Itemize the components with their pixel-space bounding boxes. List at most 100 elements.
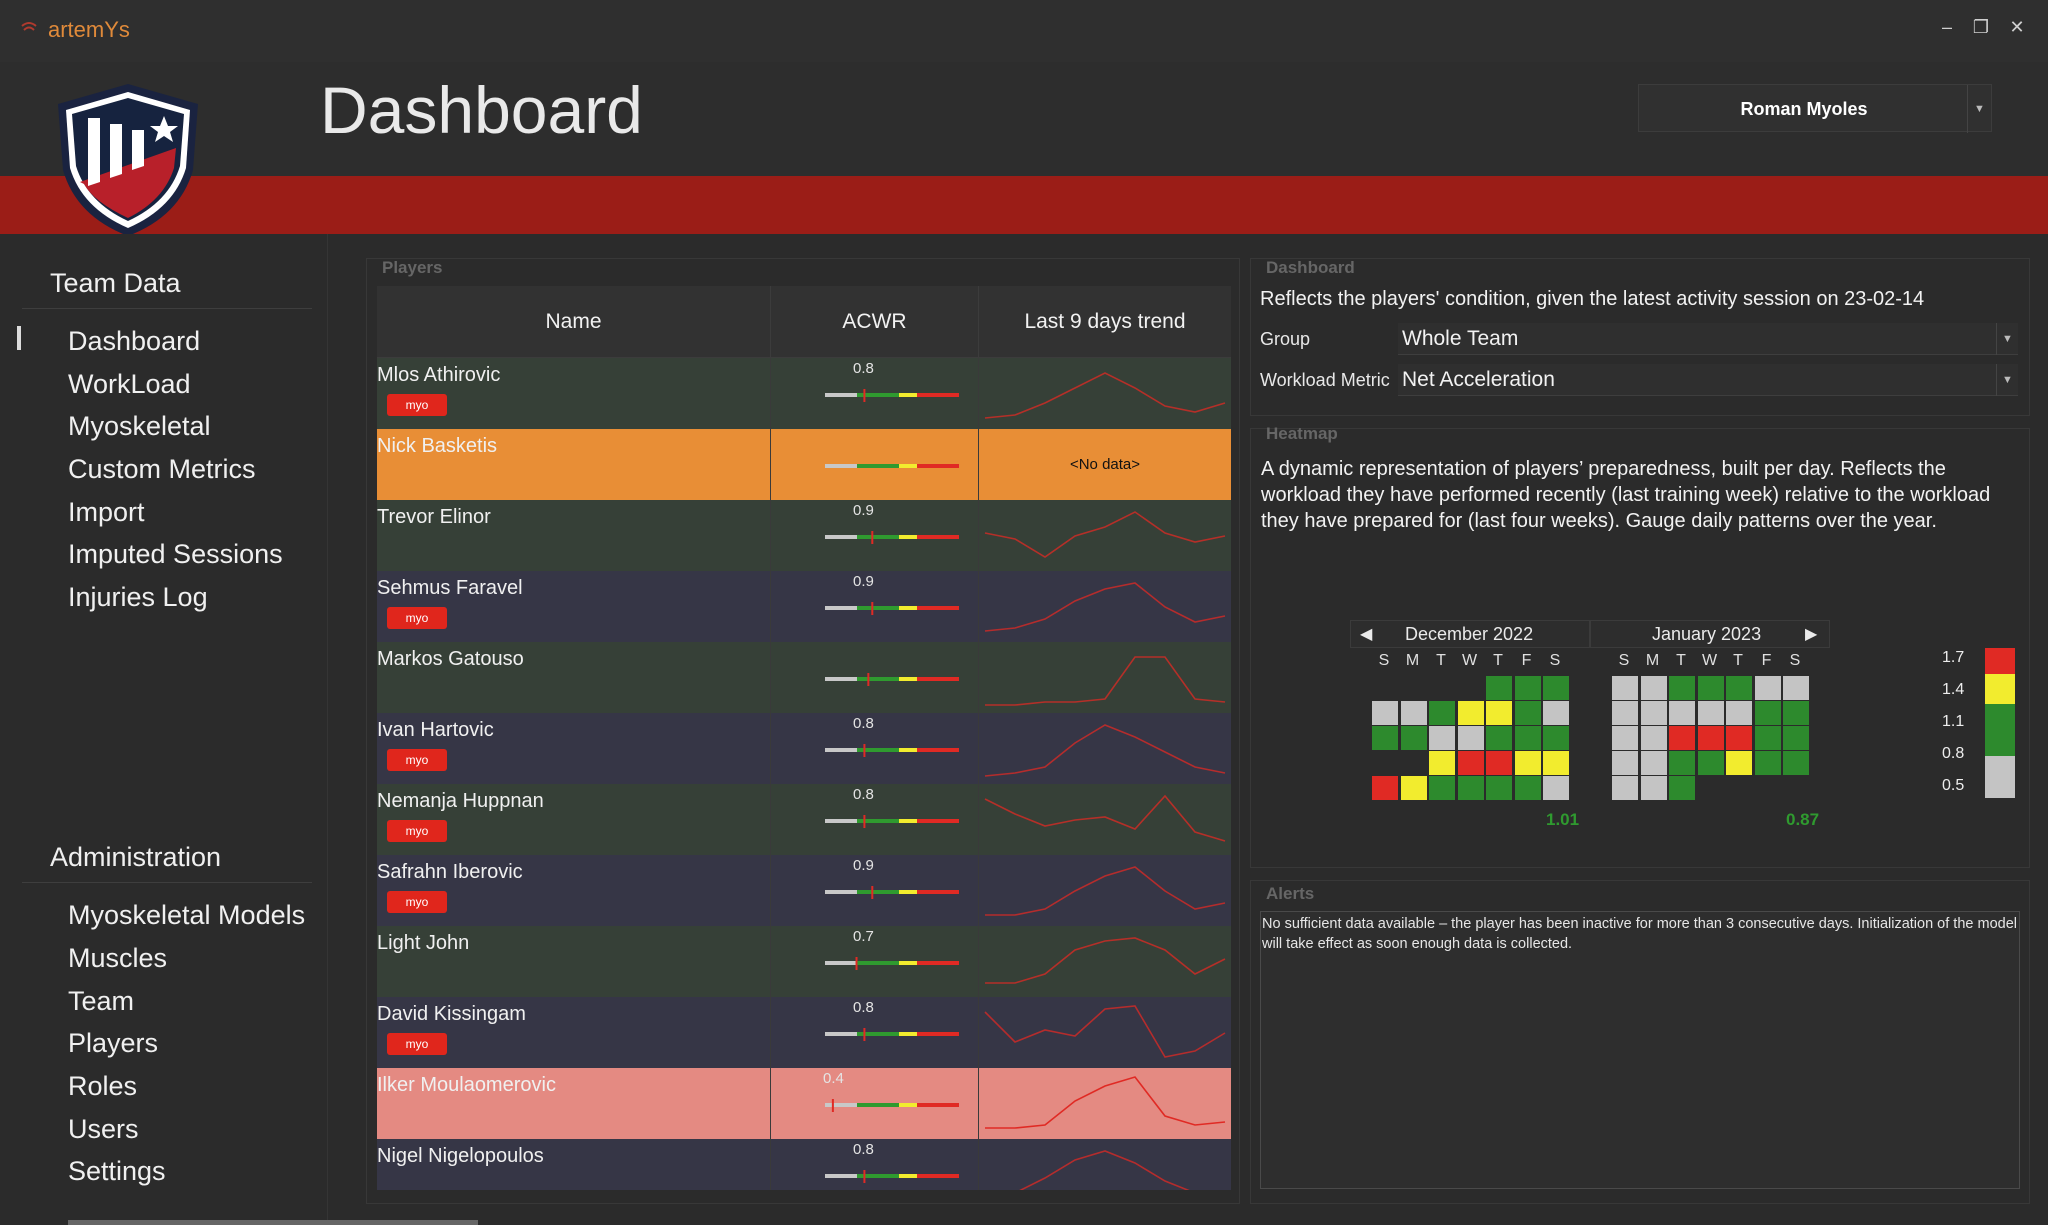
calendar-day-cell[interactable] xyxy=(1486,726,1512,750)
table-row[interactable]: Light John 0.7 xyxy=(377,926,1231,997)
calendar-day-cell[interactable] xyxy=(1697,751,1724,775)
calendar-day-cell[interactable] xyxy=(1372,701,1398,725)
calendar-day-cell[interactable] xyxy=(1429,751,1455,775)
calendar-day-cell[interactable] xyxy=(1754,701,1781,725)
calendar-day-cell[interactable] xyxy=(1514,701,1541,725)
calendar-day-cell[interactable] xyxy=(1543,676,1569,700)
column-header-trend[interactable]: Last 9 days trend xyxy=(979,286,1231,358)
calendar-day-cell[interactable] xyxy=(1400,776,1427,800)
sidebar-item-team[interactable]: Team xyxy=(68,986,134,1017)
calendar-day-cell[interactable] xyxy=(1514,776,1541,800)
table-row[interactable]: Trevor Elinor 0.9 xyxy=(377,500,1231,571)
table-row[interactable]: Nemanja Huppnan myo 0.8 xyxy=(377,784,1231,855)
calendar-day-cell[interactable] xyxy=(1486,776,1512,800)
calendar-day-cell[interactable] xyxy=(1754,751,1781,775)
calendar-day-cell[interactable] xyxy=(1543,726,1569,750)
calendar-day-cell[interactable] xyxy=(1697,676,1724,700)
calendar-day-cell[interactable] xyxy=(1612,776,1638,800)
minimize-icon[interactable]: – xyxy=(1934,14,1960,40)
sidebar-item-players[interactable]: Players xyxy=(68,1028,158,1059)
myo-badge[interactable]: myo xyxy=(387,394,447,416)
sidebar-item-roles[interactable]: Roles xyxy=(68,1071,137,1102)
calendar-day-cell[interactable] xyxy=(1669,701,1695,725)
calendar-day-cell[interactable] xyxy=(1726,726,1752,750)
calendar-day-cell[interactable] xyxy=(1514,676,1541,700)
calendar-day-cell[interactable] xyxy=(1543,751,1569,775)
sidebar-item-import[interactable]: Import xyxy=(68,497,145,528)
myo-badge[interactable]: myo xyxy=(387,820,447,842)
calendar-day-cell[interactable] xyxy=(1754,676,1781,700)
table-row[interactable]: Markos Gatouso xyxy=(377,642,1231,713)
table-row[interactable]: Nigel Nigelopoulos 0.8 xyxy=(377,1139,1231,1190)
calendar-day-cell[interactable] xyxy=(1612,751,1638,775)
calendar-day-cell[interactable] xyxy=(1754,726,1781,750)
calendar-day-cell[interactable] xyxy=(1429,701,1455,725)
restore-icon[interactable]: ❐ xyxy=(1968,14,1994,40)
column-header-acwr[interactable]: ACWR xyxy=(771,286,979,358)
calendar-day-cell[interactable] xyxy=(1640,751,1667,775)
table-row[interactable]: Sehmus Faravel myo 0.9 xyxy=(377,571,1231,642)
table-row[interactable]: Safrahn Iberovic myo 0.9 xyxy=(377,855,1231,926)
calendar-day-cell[interactable] xyxy=(1640,701,1667,725)
calendar-day-cell[interactable] xyxy=(1457,776,1484,800)
calendar-day-cell[interactable] xyxy=(1514,726,1541,750)
calendar-day-cell[interactable] xyxy=(1612,676,1638,700)
calendar-day-cell[interactable] xyxy=(1457,726,1484,750)
calendar-day-cell[interactable] xyxy=(1486,676,1512,700)
close-icon[interactable]: ✕ xyxy=(2004,14,2030,40)
user-dropdown[interactable]: Roman Myoles ▼ xyxy=(1638,84,1992,133)
calendar-day-cell[interactable] xyxy=(1429,726,1455,750)
sidebar-item-injuries-log[interactable]: Injuries Log xyxy=(68,582,208,613)
chevron-down-icon[interactable]: ▼ xyxy=(1967,85,1991,133)
calendar-day-cell[interactable] xyxy=(1543,701,1569,725)
calendar-day-cell[interactable] xyxy=(1486,751,1512,775)
sidebar-item-imputed-sessions[interactable]: Imputed Sessions xyxy=(68,539,283,570)
calendar-day-cell[interactable] xyxy=(1783,726,1809,750)
calendar-day-cell[interactable] xyxy=(1783,676,1809,700)
calendar-day-cell[interactable] xyxy=(1612,726,1638,750)
calendar-day-cell[interactable] xyxy=(1612,701,1638,725)
calendar-day-cell[interactable] xyxy=(1457,701,1484,725)
calendar-day-cell[interactable] xyxy=(1669,751,1695,775)
calendar-day-cell[interactable] xyxy=(1372,726,1398,750)
chevron-down-icon[interactable]: ▼ xyxy=(1996,364,2018,396)
calendar-day-cell[interactable] xyxy=(1640,676,1667,700)
horizontal-scrollbar[interactable] xyxy=(68,1220,478,1225)
group-select[interactable]: Whole Team ▼ xyxy=(1398,323,2018,355)
calendar-day-cell[interactable] xyxy=(1486,701,1512,725)
calendar-day-cell[interactable] xyxy=(1640,726,1667,750)
table-row[interactable]: David Kissingam myo 0.8 xyxy=(377,997,1231,1068)
calendar-day-cell[interactable] xyxy=(1543,776,1569,800)
sidebar-item-users[interactable]: Users xyxy=(68,1114,139,1145)
calendar-day-cell[interactable] xyxy=(1457,751,1484,775)
sidebar-item-myoskeletal[interactable]: Myoskeletal xyxy=(68,411,211,442)
calendar-day-cell[interactable] xyxy=(1783,751,1809,775)
calendar-day-cell[interactable] xyxy=(1669,676,1695,700)
table-row[interactable]: Nick Basketis <No data> xyxy=(377,429,1231,500)
sidebar-item-custom-metrics[interactable]: Custom Metrics xyxy=(68,454,256,485)
calendar-day-cell[interactable] xyxy=(1697,701,1724,725)
calendar-day-cell[interactable] xyxy=(1640,776,1667,800)
myo-badge[interactable]: myo xyxy=(387,749,447,771)
myo-badge[interactable]: myo xyxy=(387,607,447,629)
sidebar-item-settings[interactable]: Settings xyxy=(68,1156,166,1187)
sidebar-item-dashboard[interactable]: Dashboard xyxy=(68,326,200,357)
sidebar-item-workload[interactable]: WorkLoad xyxy=(68,369,191,400)
table-row[interactable]: Ilker Moulaomerovic 0.4 xyxy=(377,1068,1231,1139)
chevron-down-icon[interactable]: ▼ xyxy=(1996,323,2018,355)
calendar-day-cell[interactable] xyxy=(1372,776,1398,800)
table-row[interactable]: Mlos Athirovic myo 0.8 xyxy=(377,358,1231,429)
calendar-day-cell[interactable] xyxy=(1697,726,1724,750)
calendar-day-cell[interactable] xyxy=(1669,776,1695,800)
calendar-day-cell[interactable] xyxy=(1429,776,1455,800)
sidebar-item-muscles[interactable]: Muscles xyxy=(68,943,167,974)
calendar-day-cell[interactable] xyxy=(1726,676,1752,700)
sidebar-item-myoskeletal-models[interactable]: Myoskeletal Models xyxy=(68,900,305,931)
myo-badge[interactable]: myo xyxy=(387,891,447,913)
table-row[interactable]: Ivan Hartovic myo 0.8 xyxy=(377,713,1231,784)
calendar-day-cell[interactable] xyxy=(1400,726,1427,750)
calendar-day-cell[interactable] xyxy=(1400,701,1427,725)
calendar-day-cell[interactable] xyxy=(1669,726,1695,750)
myo-badge[interactable]: myo xyxy=(387,1033,447,1055)
column-header-name[interactable]: Name xyxy=(377,286,771,358)
